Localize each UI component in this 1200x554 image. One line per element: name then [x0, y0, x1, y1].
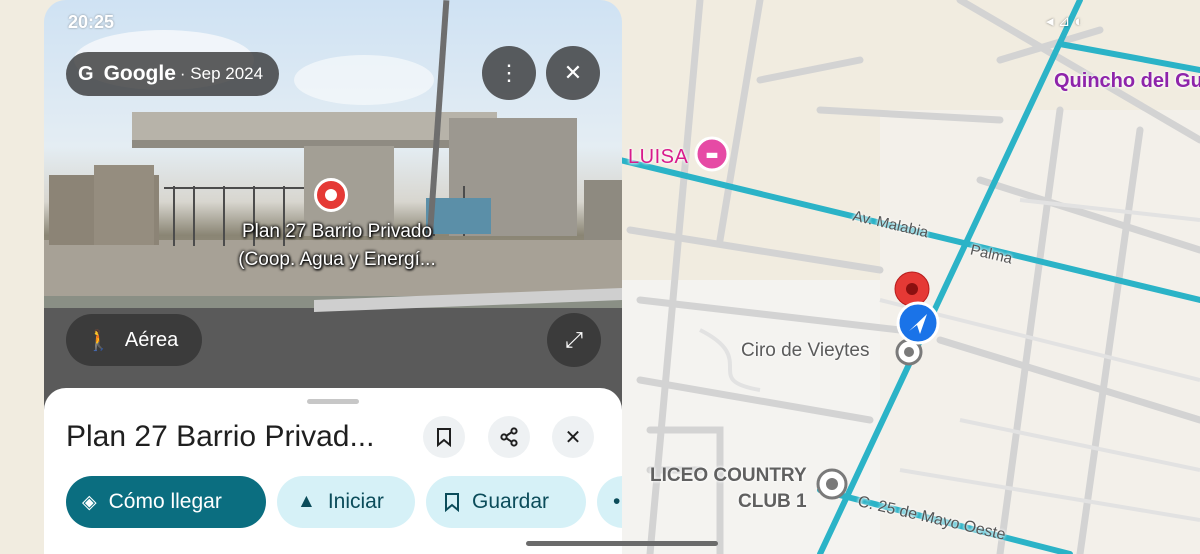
person-icon: 🚶 — [86, 329, 111, 352]
close-street-view-button[interactable]: ✕ — [546, 46, 600, 100]
save-button[interactable]: Guardar — [426, 476, 586, 528]
start-button[interactable]: ▲ Iniciar — [277, 476, 415, 528]
map-label-ciro[interactable]: Ciro de Vieytes — [741, 340, 870, 362]
google-g-icon: G — [78, 62, 94, 85]
place-panel: G Google · Sep 2024 ⋮ ✕ Plan 27 Barrio P… — [44, 0, 622, 554]
close-icon: ✕ — [563, 60, 583, 85]
place-label-line2: (Coop. Agua y Energí... — [238, 249, 436, 270]
expand-button[interactable]: ⤢ — [547, 313, 601, 367]
map-label-liceo-line1: LICEO COUNTRY — [650, 465, 807, 486]
navigation-arrow-icon: ▲ — [297, 491, 316, 512]
status-icons: ◂ ⊿ ◐ — [1046, 13, 1084, 30]
share-button[interactable] — [488, 416, 530, 458]
svg-text:▬: ▬ — [705, 147, 718, 163]
bookmark-button[interactable] — [423, 416, 465, 458]
directions-icon: ◈ — [82, 491, 97, 513]
map-label-liceo-line2: CLUB 1 — [738, 491, 807, 512]
aerial-view-button[interactable]: 🚶 Aérea — [66, 314, 203, 366]
bookmark-icon — [437, 428, 451, 447]
drag-handle[interactable] — [307, 399, 359, 404]
map-label-liceo[interactable]: LICEO COUNTRY CLUB 1 — [648, 463, 807, 515]
map-label-quincho[interactable]: Quincho del Gu — [1054, 70, 1200, 93]
street-view-attribution: G Google · Sep 2024 — [66, 52, 280, 96]
start-label: Iniciar — [327, 490, 384, 513]
map-label-luisa[interactable]: LUISA — [628, 146, 688, 169]
bookmark-icon — [445, 493, 459, 512]
directions-label: Cómo llegar — [108, 490, 222, 513]
close-sheet-button[interactable]: ✕ — [552, 416, 594, 458]
place-label-line1: Plan 27 Barrio Privado — [241, 221, 433, 242]
status-time: 20:25 — [68, 12, 115, 32]
place-title: Plan 27 Barrio Privad... — [66, 420, 375, 453]
directions-button[interactable]: ◈ Cómo llegar — [66, 476, 266, 528]
more-options-button[interactable]: ⋮ — [482, 46, 536, 100]
more-vertical-icon: ⋮ — [498, 60, 520, 85]
close-icon: ✕ — [564, 426, 582, 449]
street-view-place-label: Plan 27 Barrio Privado (Coop. Agua y Ene… — [222, 218, 452, 274]
place-bottom-sheet[interactable]: Plan 27 Barrio Privad... ✕ ◈ Cómo llegar… — [44, 388, 622, 554]
capture-date: · Sep 2024 — [179, 64, 264, 83]
expand-icon: ⤢ — [565, 327, 583, 352]
brand-label: Google — [103, 62, 176, 85]
aerial-label: Aérea — [124, 328, 179, 351]
home-indicator[interactable] — [526, 541, 718, 546]
more-actions-button[interactable]: • — [597, 476, 622, 528]
share-icon — [500, 427, 518, 447]
place-pin-icon — [314, 178, 348, 212]
street-view-image[interactable]: G Google · Sep 2024 ⋮ ✕ Plan 27 Barrio P… — [44, 0, 622, 420]
more-horizontal-icon: • — [613, 490, 621, 513]
save-label: Guardar — [472, 490, 550, 513]
